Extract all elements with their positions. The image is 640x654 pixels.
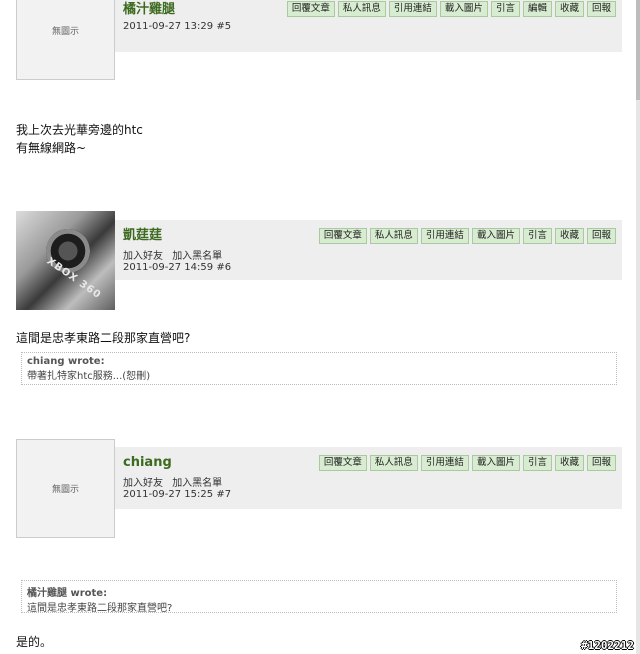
favorite-button[interactable]: 收藏 (554, 1, 584, 17)
add-blacklist-link[interactable]: 加入黑名單 (172, 478, 222, 489)
reply-button[interactable]: 回覆文章 (286, 1, 335, 17)
add-friend-link[interactable]: 加入好友 (123, 478, 163, 489)
quote-block: chiang wrote: 帶著扎特家htc服務...(恕刪) (21, 352, 617, 385)
avatar[interactable]: 無圖示 (16, 439, 115, 538)
quote-text: 帶著扎特家htc服務...(恕刪) (27, 371, 151, 382)
post-body-line: 這間是忠孝東路二段那家直營吧? (16, 331, 191, 345)
favorite-button[interactable]: 收藏 (554, 228, 584, 244)
edit-button[interactable]: 編輯 (522, 1, 552, 17)
scrollbar-thumb[interactable] (636, 0, 640, 100)
quote-link-button[interactable]: 引用連結 (388, 1, 437, 17)
quote-block: 橘汁雞腿 wrote: 這間是忠孝東路二段那家直營吧? (21, 580, 617, 614)
report-button[interactable]: 回報 (586, 228, 616, 244)
quote-button[interactable]: 引言 (490, 1, 520, 17)
add-blacklist-link[interactable]: 加入黑名單 (172, 251, 222, 262)
page-scrollbar[interactable] (636, 0, 640, 654)
load-images-button[interactable]: 載入圖片 (471, 455, 520, 471)
avatar[interactable]: 無圖示 (16, 0, 115, 80)
add-friend-link[interactable]: 加入好友 (123, 251, 163, 262)
post-actions: 回覆文章 私人訊息 引用連結 載入圖片 引言 編輯 收藏 回報 (286, 1, 616, 17)
private-message-button[interactable]: 私人訊息 (369, 455, 418, 471)
reply-button[interactable]: 回覆文章 (318, 455, 367, 471)
post-header: 凱莛莛 加入好友 加入黑名單 2011-09-27 14:59 #6 回覆文章 … (115, 220, 622, 280)
post-actions: 回覆文章 私人訊息 引用連結 載入圖片 引言 收藏 回報 (318, 228, 616, 244)
post-date: 2011-09-27 14:59 (123, 262, 214, 273)
avatar-placeholder-text: 無圖示 (51, 27, 79, 37)
post-body-line: 有無線網路~ (16, 141, 87, 155)
post-body: 我上次去光華旁邊的htc 有無線網路~ (16, 121, 143, 157)
reply-button[interactable]: 回覆文章 (318, 228, 367, 244)
author-name[interactable]: 橘汁雞腿 (123, 0, 175, 17)
quote-author: 橘汁雞腿 wrote: (27, 588, 108, 599)
post-body-line: 是的。 (16, 635, 53, 649)
load-images-button[interactable]: 載入圖片 (471, 228, 520, 244)
author-name[interactable]: chiang (123, 455, 172, 470)
post-number[interactable]: #7 (216, 489, 231, 500)
quote-button[interactable]: 引言 (522, 455, 552, 471)
post-body: 這間是忠孝東路二段那家直營吧? (16, 329, 190, 347)
load-images-button[interactable]: 載入圖片 (439, 1, 488, 17)
quote-text: 這間是忠孝東路二段那家直營吧? (27, 603, 173, 614)
avatar-placeholder-text: 無圖示 (51, 485, 79, 495)
report-button[interactable]: 回報 (586, 1, 616, 17)
post-body: 是的。 (16, 633, 52, 651)
private-message-button[interactable]: 私人訊息 (369, 228, 418, 244)
quote-link-button[interactable]: 引用連結 (420, 455, 469, 471)
post-date: 2011-09-27 15:25 (123, 489, 214, 500)
post-timestamp: 2011-09-27 14:59 #6 (123, 262, 231, 273)
quote-link-button[interactable]: 引用連結 (420, 228, 469, 244)
author-name[interactable]: 凱莛莛 (123, 224, 162, 243)
image-id-watermark: #1202212 (581, 639, 634, 652)
quote-author: chiang wrote: (27, 356, 105, 367)
post-actions: 回覆文章 私人訊息 引用連結 載入圖片 引言 收藏 回報 (318, 455, 616, 471)
favorite-button[interactable]: 收藏 (554, 455, 584, 471)
post-number[interactable]: #5 (216, 21, 231, 32)
avatar[interactable]: XBOX 360 (16, 211, 115, 310)
post-header: 橘汁雞腿 2011-09-27 13:29 #5 回覆文章 私人訊息 引用連結 … (115, 0, 622, 52)
user-links: 加入好友 加入黑名單 (123, 474, 228, 489)
post-header: chiang 加入好友 加入黑名單 2011-09-27 15:25 #7 回覆… (115, 447, 622, 509)
quote-button[interactable]: 引言 (522, 228, 552, 244)
post-number[interactable]: #6 (216, 262, 231, 273)
post-body-line: 我上次去光華旁邊的htc (16, 123, 143, 137)
report-button[interactable]: 回報 (586, 455, 616, 471)
post-timestamp: 2011-09-27 15:25 #7 (123, 489, 231, 500)
post-timestamp: 2011-09-27 13:29 #5 (123, 21, 231, 32)
private-message-button[interactable]: 私人訊息 (337, 1, 386, 17)
user-links: 加入好友 加入黑名單 (123, 247, 228, 262)
post-date: 2011-09-27 13:29 (123, 21, 214, 32)
